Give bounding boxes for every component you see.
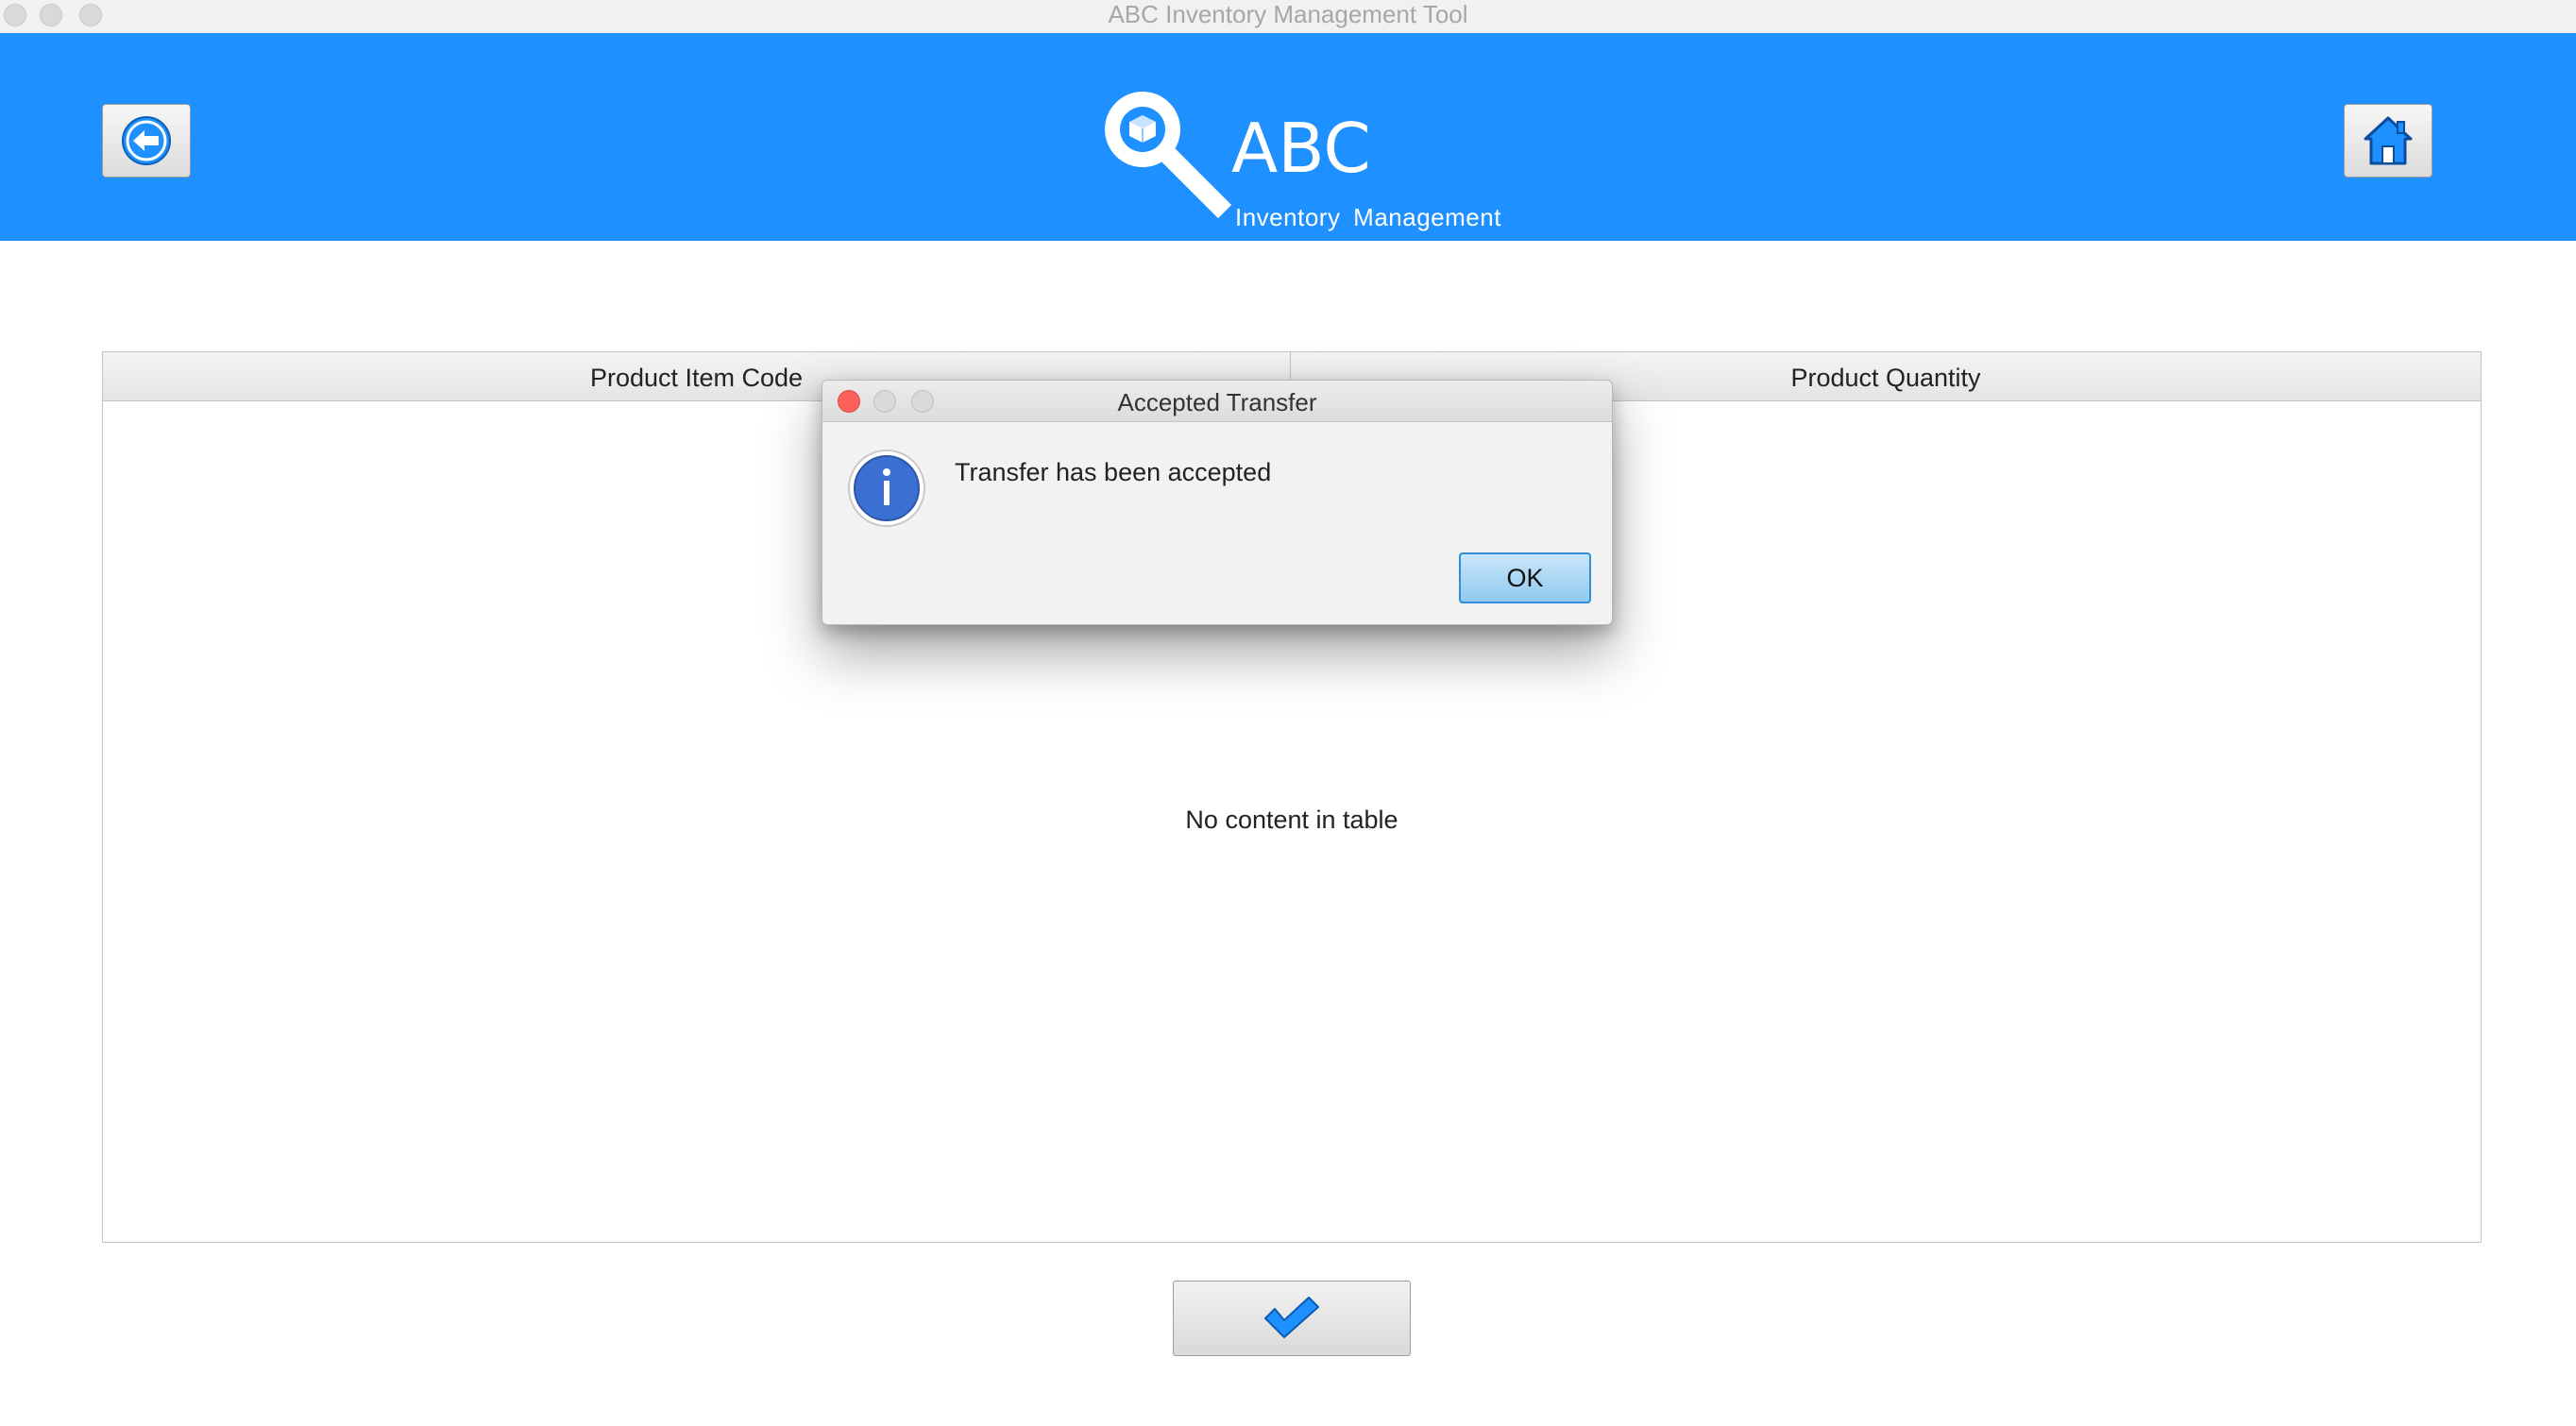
dialog-titlebar: Accepted Transfer xyxy=(822,381,1612,422)
dialog-title: Accepted Transfer xyxy=(1117,388,1317,416)
info-icon xyxy=(848,450,925,527)
table-empty-placeholder: No content in table xyxy=(1185,806,1398,834)
brand-subtitle: Inventory Management xyxy=(1235,203,1501,231)
back-button[interactable] xyxy=(102,104,191,178)
checkmark-icon xyxy=(1264,1297,1319,1338)
dialog-message: Transfer has been accepted xyxy=(955,458,1272,486)
arrow-left-icon xyxy=(122,116,171,165)
window-title: ABC Inventory Management Tool xyxy=(1108,0,1468,28)
app-header: ABC Inventory Management xyxy=(0,33,2576,241)
ok-button[interactable]: OK xyxy=(1459,552,1591,603)
window-titlebar: ABC Inventory Management Tool xyxy=(0,0,2576,34)
magnifier-box-icon xyxy=(1105,92,1232,219)
brand-title: ABC xyxy=(1231,109,1371,188)
home-button[interactable] xyxy=(2344,104,2432,178)
home-icon xyxy=(2364,116,2413,165)
confirm-button[interactable] xyxy=(1173,1281,1411,1356)
info-dialog[interactable]: Accepted Transfer Transfer has been acce… xyxy=(822,380,1613,625)
